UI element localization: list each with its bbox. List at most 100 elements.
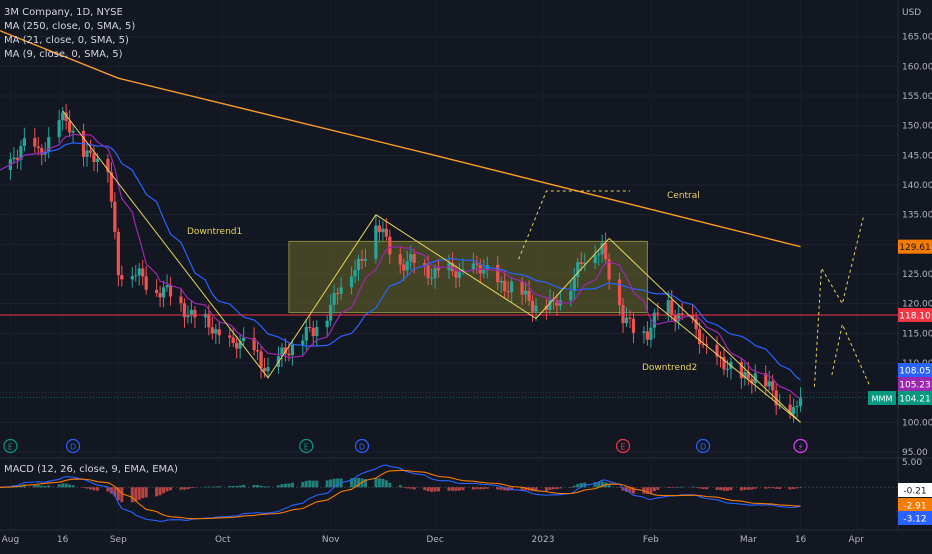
macd-bar <box>544 487 548 491</box>
x-tick-label[interactable]: Aug <box>2 535 20 545</box>
x-tick-label[interactable]: Dec <box>426 535 443 545</box>
macd-bar <box>308 480 312 488</box>
y-tick-label[interactable]: 125.00 <box>902 270 932 280</box>
macd-bar <box>548 487 552 490</box>
macd-bar <box>130 487 134 503</box>
macd-bar <box>430 487 434 492</box>
currency-label: USD <box>902 8 921 18</box>
macd-bar <box>158 487 162 496</box>
x-tick-label[interactable]: Mar <box>740 535 757 545</box>
event-marker-label[interactable]: ⚡ <box>798 443 804 452</box>
macd-bar <box>283 483 287 488</box>
x-tick-label[interactable]: Oct <box>215 535 231 545</box>
candle-body <box>496 265 500 283</box>
chart-stage[interactable]: EDEDED⚡ 95.00100.00105.00110.00115.00120… <box>0 0 932 550</box>
y-tick-label[interactable]: 140.00 <box>902 181 932 191</box>
candle-body <box>15 157 20 160</box>
candle-body <box>374 225 378 259</box>
y-tick-label[interactable]: 115.00 <box>902 329 932 339</box>
candle-body <box>412 254 416 264</box>
macd-bar <box>137 487 141 500</box>
macd-legend[interactable]: MACD (12, 26, close, 9, EMA, EMA) <box>4 464 178 475</box>
event-marker-label[interactable]: E <box>620 443 625 452</box>
candle-body <box>645 331 649 340</box>
y-tick-label[interactable]: 165.00 <box>902 33 932 43</box>
macd-bar <box>485 487 489 489</box>
candle-body <box>179 296 183 304</box>
y-tick-label[interactable]: 100.00 <box>902 418 932 428</box>
candle-body <box>329 304 333 321</box>
candle-body <box>791 407 796 415</box>
event-marker-label[interactable]: D <box>700 443 706 452</box>
candle-body <box>315 327 319 337</box>
macd-bar <box>572 485 576 488</box>
candle-body <box>144 276 148 290</box>
candle-body <box>475 263 479 265</box>
macd-bar <box>454 487 458 491</box>
macd-bar <box>228 486 232 488</box>
ma21-legend[interactable]: MA (21, close, 0, SMA, 5) <box>4 34 135 48</box>
macd-bar <box>771 487 775 489</box>
candle-body <box>572 277 576 292</box>
x-tick-label[interactable]: 2023 <box>532 535 555 545</box>
x-tick-label[interactable]: Sep <box>110 535 127 545</box>
candle-body <box>336 293 340 295</box>
macd-bar <box>377 478 381 488</box>
candle-body <box>767 381 771 387</box>
candle-body <box>617 279 622 306</box>
label-central[interactable]: Central <box>667 191 700 201</box>
ma250-legend[interactable]: MA (250, close, 0, SMA, 5) <box>4 20 135 34</box>
macd-bar <box>210 486 214 488</box>
macd-bar <box>238 485 242 488</box>
label-downtrend1[interactable]: Downtrend1 <box>187 227 242 237</box>
candle-body <box>649 327 653 340</box>
macd-bar <box>120 487 124 503</box>
consolidation-zone[interactable] <box>288 240 648 314</box>
event-marker-label[interactable]: D <box>359 443 365 452</box>
x-tick-label[interactable]: Apr <box>848 535 864 545</box>
macd-bar <box>88 487 92 490</box>
candle-body <box>384 228 388 237</box>
label-downtrend2[interactable]: Downtrend2 <box>642 363 697 373</box>
x-tick-label[interactable]: Feb <box>643 535 659 545</box>
macd-bar <box>718 487 722 491</box>
event-marker-label[interactable]: D <box>70 443 76 452</box>
macd-bar <box>450 487 454 491</box>
candle-body <box>217 329 221 336</box>
event-marker-label[interactable]: E <box>304 443 309 452</box>
x-tick-label[interactable]: 16 <box>795 535 807 545</box>
y-tick-label[interactable]: 95.00 <box>902 448 928 458</box>
candle-body <box>429 278 434 280</box>
macd-bar <box>82 487 86 488</box>
macd-bar <box>569 487 573 488</box>
candle-body <box>482 269 486 274</box>
candle-body <box>426 265 430 279</box>
macd-bar <box>475 487 479 490</box>
candle-body <box>266 367 270 372</box>
price-tag-label: 104.21 <box>899 395 931 405</box>
candle-body <box>353 270 357 277</box>
macd-bar <box>705 487 709 490</box>
range-zone[interactable] <box>288 240 648 314</box>
symbol-legend[interactable]: 3M Company, 1D, NYSE MA (250, close, 0, … <box>4 6 135 62</box>
y-tick-label[interactable]: 155.00 <box>902 92 932 102</box>
macd-bar <box>40 485 44 488</box>
x-tick-label[interactable]: 16 <box>57 535 69 545</box>
price-tag-label: 129.61 <box>899 243 931 253</box>
candle-body <box>510 281 514 293</box>
candle-body <box>304 327 308 341</box>
y-tick-label[interactable]: 160.00 <box>902 62 932 72</box>
macd-bar <box>437 487 441 492</box>
macd-bar <box>447 487 451 491</box>
candle-body <box>642 331 646 333</box>
ma9-legend[interactable]: MA (9, close, 0, SMA, 5) <box>4 48 135 62</box>
candle-body <box>33 138 37 147</box>
event-marker-label[interactable]: E <box>8 443 13 452</box>
x-tick-label[interactable]: Nov <box>322 535 340 545</box>
macd-bar <box>332 478 336 488</box>
macd-bar <box>412 487 416 490</box>
y-tick-label[interactable]: 145.00 <box>902 151 932 161</box>
y-tick-label[interactable]: 150.00 <box>902 122 932 132</box>
symbol-title[interactable]: 3M Company, 1D, NYSE <box>4 6 135 20</box>
y-tick-label[interactable]: 135.00 <box>902 211 932 221</box>
